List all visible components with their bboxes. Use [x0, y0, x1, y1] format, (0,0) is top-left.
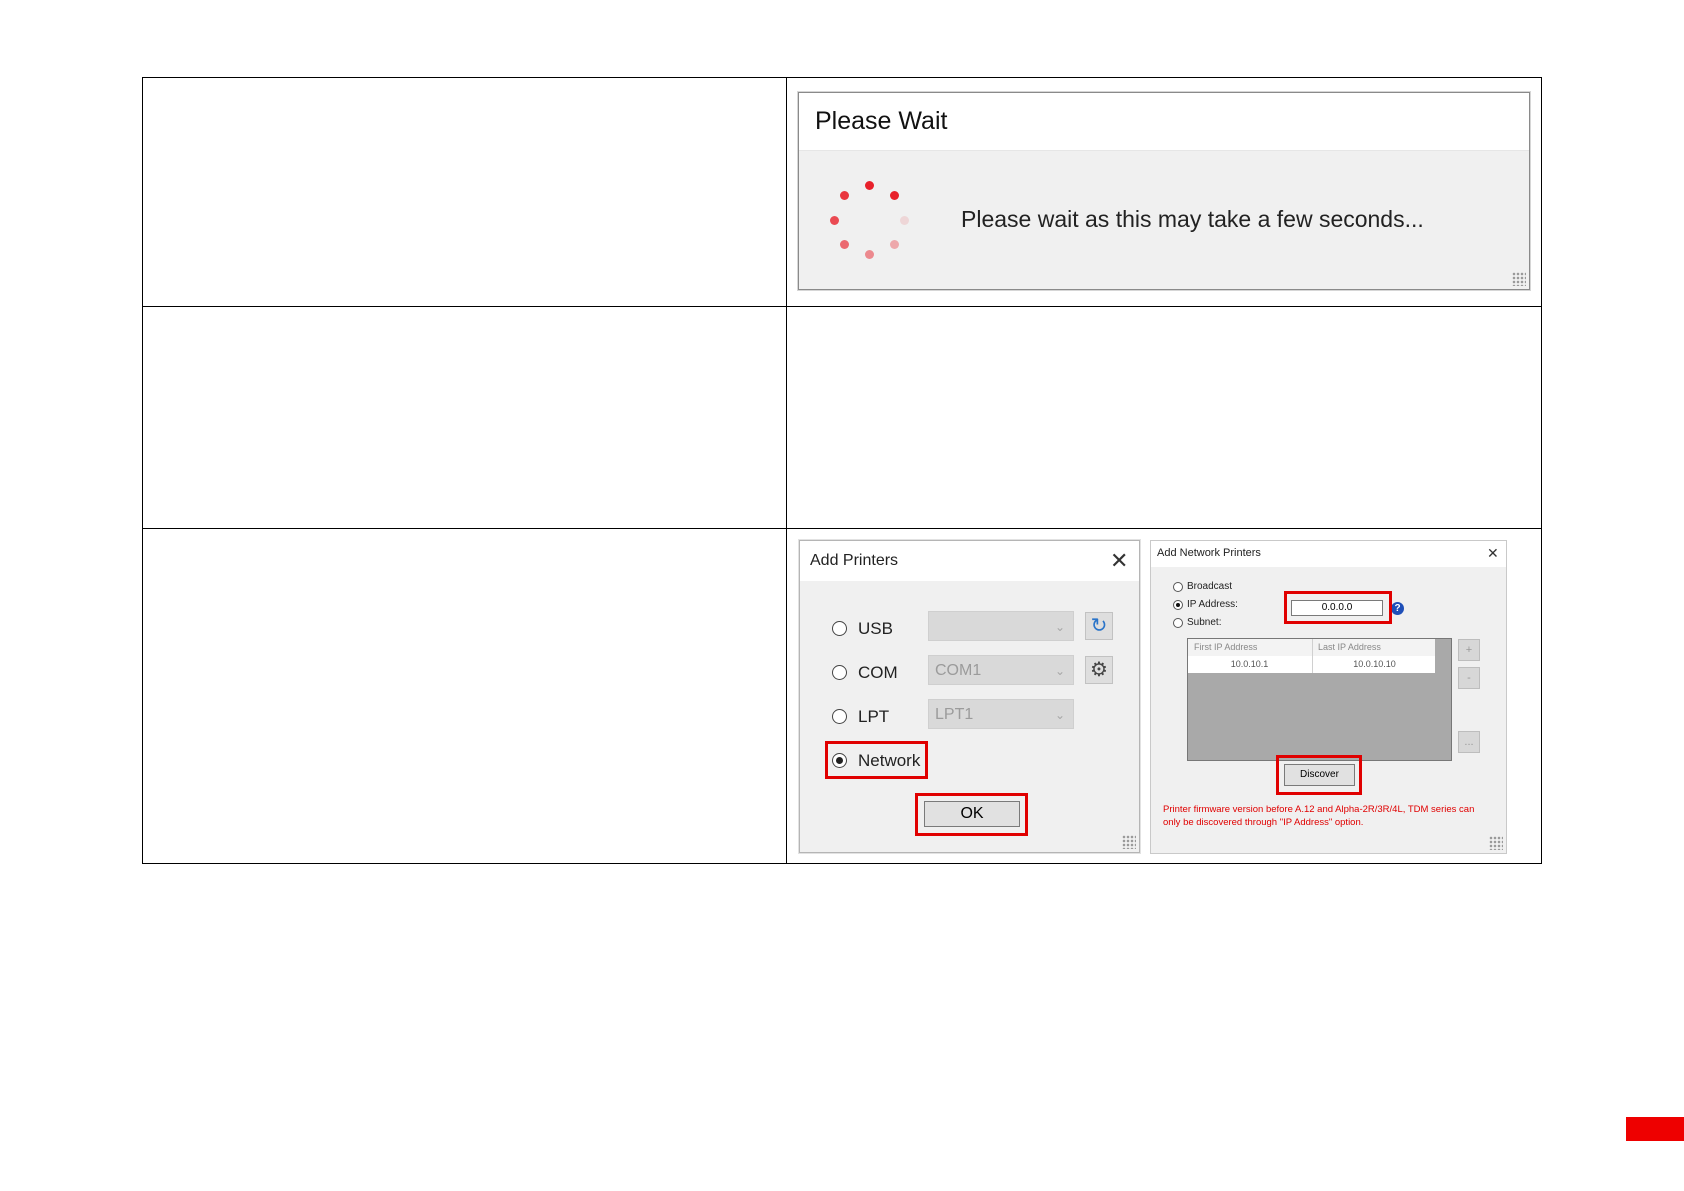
subnet-range-table: First IP Address Last IP Address 10.0.10…	[1187, 637, 1452, 761]
table-header: First IP Address Last IP Address	[1188, 638, 1435, 657]
resize-grip-icon[interactable]	[1122, 834, 1136, 849]
subnet-label: Subnet:	[1187, 616, 1222, 628]
step-screenshot-cell	[786, 306, 1542, 529]
step-description-cell	[142, 306, 787, 529]
dialog-title: Add Network Printers	[1151, 540, 1506, 567]
usb-port-select[interactable]: ⌄	[928, 610, 1074, 641]
ip-address-radio[interactable]	[1173, 599, 1183, 610]
add-range-button[interactable]: +	[1458, 638, 1480, 661]
table-row[interactable]: 10.0.10.1 10.0.10.10	[1188, 655, 1436, 673]
column-header: Last IP Address	[1312, 638, 1381, 656]
highlight-ip-address	[1284, 590, 1392, 624]
add-printers-dialog: Add Printers ✕ USB ⌄ ↻ COM COM1 ⌄ ⚙ LPT L…	[799, 539, 1140, 853]
step-description-cell	[142, 527, 787, 865]
ip-address-label: IP Address:	[1187, 598, 1238, 610]
lpt-radio[interactable]	[832, 708, 847, 724]
lpt-port-select[interactable]: LPT1 ⌄	[928, 698, 1074, 729]
step-screenshot-cell: Please Wait Please wait as this may take…	[786, 76, 1542, 308]
com-port-select[interactable]: COM1 ⌄	[928, 654, 1074, 685]
please-wait-dialog: Please Wait Please wait as this may take…	[798, 92, 1530, 290]
table-cell: 10.0.10.10	[1312, 655, 1436, 673]
close-icon[interactable]: ✕	[1110, 549, 1128, 572]
loading-spinner-icon	[829, 181, 909, 261]
gear-icon[interactable]: ⚙	[1085, 655, 1113, 684]
wait-message: Please wait as this may take a few secon…	[961, 206, 1424, 232]
highlight-discover	[1276, 754, 1362, 795]
highlight-ok	[915, 792, 1028, 836]
remove-range-button[interactable]: -	[1458, 666, 1480, 689]
broadcast-radio[interactable]	[1173, 581, 1183, 592]
column-header: First IP Address	[1194, 641, 1258, 652]
broadcast-label: Broadcast	[1187, 580, 1233, 592]
help-icon[interactable]: ?	[1391, 601, 1404, 615]
add-network-printers-dialog: Add Network Printers ✕ Broadcast IP Addr…	[1150, 539, 1507, 854]
firmware-note: Printer firmware version before A.12 and…	[1163, 803, 1475, 828]
com-label: COM	[858, 662, 898, 682]
page-marker-tab	[1626, 1117, 1684, 1141]
dialog-title: Please Wait	[799, 93, 1529, 151]
step-screenshot-cell: Add Printers ✕ USB ⌄ ↻ COM COM1 ⌄ ⚙ LPT L…	[786, 527, 1542, 865]
subnet-radio[interactable]	[1173, 617, 1183, 628]
highlight-network	[825, 740, 928, 779]
usb-label: USB	[858, 618, 893, 638]
com-radio[interactable]	[832, 664, 847, 680]
close-icon[interactable]: ✕	[1487, 546, 1499, 560]
instruction-table: Please Wait Please wait as this may take…	[142, 76, 1542, 865]
refresh-icon[interactable]: ↻	[1085, 611, 1113, 640]
table-cell: 10.0.10.1	[1230, 658, 1269, 669]
usb-radio[interactable]	[832, 620, 847, 636]
more-options-button[interactable]: ...	[1458, 730, 1480, 753]
resize-grip-icon[interactable]	[1512, 272, 1526, 286]
lpt-label: LPT	[858, 706, 890, 726]
dialog-title: Add Printers	[800, 540, 1139, 581]
resize-grip-icon[interactable]	[1489, 835, 1503, 850]
step-description-cell	[142, 76, 787, 308]
